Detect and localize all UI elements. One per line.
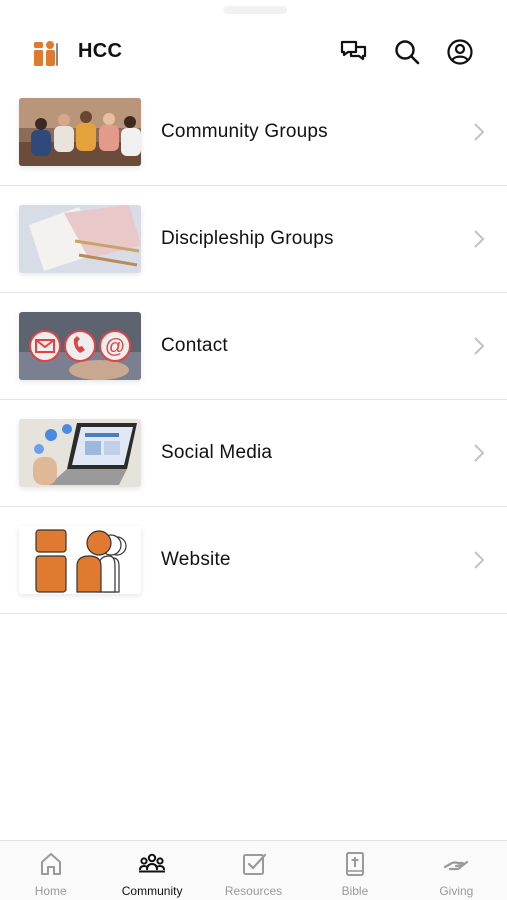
notebook-pencil-photo	[19, 205, 141, 273]
tab-home[interactable]: Home	[0, 841, 101, 900]
tab-label: Community	[121, 884, 183, 898]
bottom-tab-bar: Home Community Resources Bible Giving	[0, 840, 507, 900]
chat-bubbles-icon[interactable]	[339, 38, 367, 66]
chevron-right-icon	[472, 335, 486, 357]
tab-resources[interactable]: Resources	[203, 841, 304, 900]
tab-label: Bible	[341, 884, 369, 898]
hcc-logo-image	[19, 526, 141, 594]
list-item-contact[interactable]: @ Contact	[0, 293, 507, 400]
chevron-right-icon	[472, 121, 486, 143]
search-icon[interactable]	[393, 38, 421, 66]
hcc-logo-icon	[32, 38, 62, 66]
checkbox-icon	[240, 850, 268, 878]
list-item-social-media[interactable]: Social Media	[0, 400, 507, 507]
tab-giving[interactable]: Giving	[406, 841, 507, 900]
list-item-label: Website	[161, 549, 231, 570]
list-item-label: Social Media	[161, 442, 273, 463]
community-menu-list: Community Groups Discipleship Groups @ C…	[0, 79, 507, 614]
list-item-label: Discipleship Groups	[161, 228, 334, 249]
giving-hand-icon	[442, 850, 470, 878]
list-item-label: Contact	[161, 335, 228, 356]
chevron-right-icon	[472, 442, 486, 464]
chevron-right-icon	[472, 228, 486, 250]
laptop-social-photo	[19, 419, 141, 487]
people-group-photo	[19, 98, 141, 166]
app-header: HCC	[0, 24, 507, 80]
list-item-community-groups[interactable]: Community Groups	[0, 79, 507, 186]
community-icon	[138, 850, 166, 878]
list-item-discipleship-groups[interactable]: Discipleship Groups	[0, 186, 507, 293]
status-bar-indicator	[223, 6, 287, 14]
tab-bible[interactable]: Bible	[304, 841, 405, 900]
svg-text:@: @	[105, 336, 125, 358]
home-icon	[37, 850, 65, 878]
tab-community[interactable]: Community	[101, 841, 202, 900]
profile-icon[interactable]	[446, 38, 474, 66]
contact-icons-photo: @	[19, 312, 141, 380]
app-screen: HCC Community Groups Discipleship Groups…	[0, 0, 507, 900]
tab-label: Giving	[439, 884, 474, 898]
tab-label: Resources	[224, 884, 283, 898]
bible-icon	[341, 850, 369, 878]
chevron-right-icon	[472, 549, 486, 571]
app-title: HCC	[78, 40, 123, 62]
list-item-website[interactable]: Website	[0, 507, 507, 614]
list-item-label: Community Groups	[161, 121, 328, 142]
tab-label: Home	[34, 884, 67, 898]
